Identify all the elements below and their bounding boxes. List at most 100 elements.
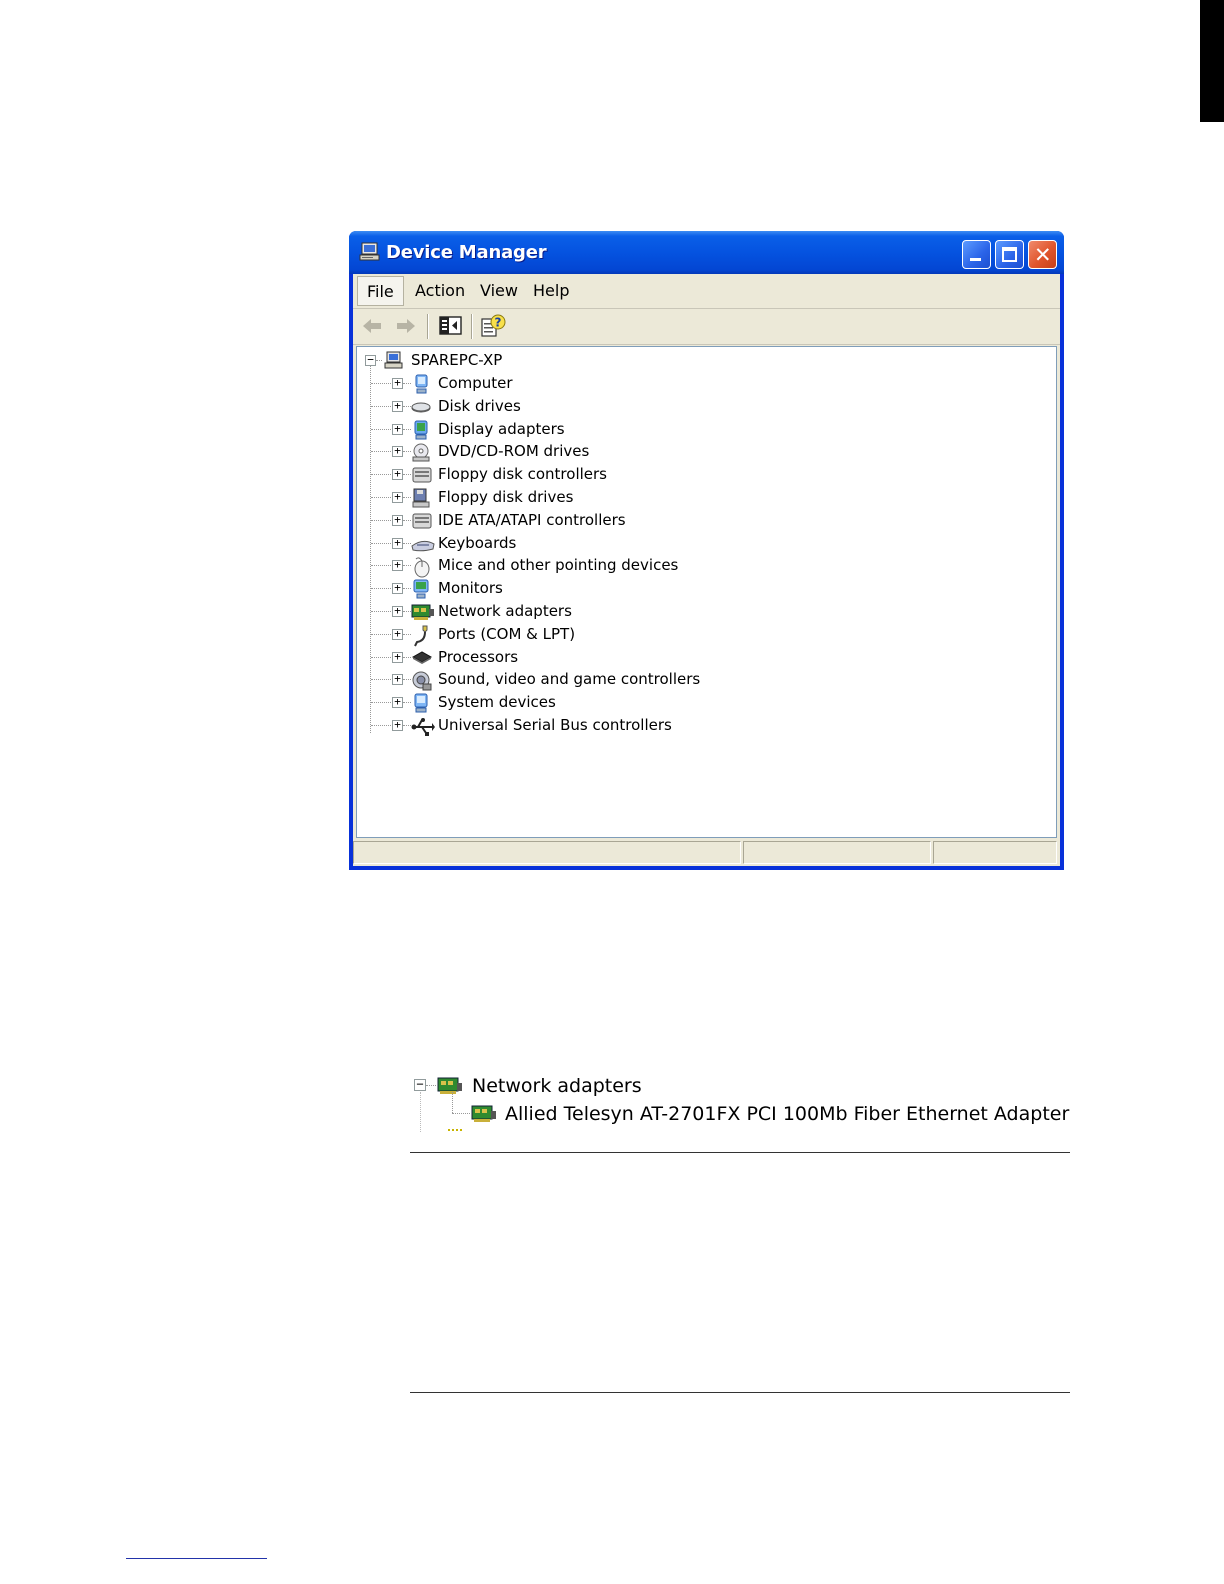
tree-connector — [403, 725, 411, 726]
toolbar: ? — [353, 309, 1060, 345]
expand-icon[interactable]: + — [392, 559, 403, 572]
computer-monitor-icon — [411, 374, 435, 394]
expand-icon[interactable]: + — [392, 377, 403, 389]
tree-connector — [371, 497, 391, 498]
collapse-icon[interactable]: − — [414, 1078, 426, 1091]
title-bar[interactable]: Device Manager ✕ — [349, 231, 1064, 274]
tree-node-label: System devices — [438, 693, 556, 712]
window-client-area: File Action View Help ? − SPAREPC-XP + C… — [353, 274, 1060, 866]
tree-node[interactable]: + Network adapters — [357, 600, 1047, 623]
device-tree[interactable]: − SPAREPC-XP + Computer + Disk drives + Displ… — [356, 346, 1057, 838]
tree-node-label: Display adapters — [438, 419, 565, 438]
expand-icon[interactable]: + — [392, 400, 403, 412]
tree-connector — [371, 451, 391, 453]
keyboard-icon — [411, 534, 435, 554]
menu-help[interactable]: Help — [524, 276, 578, 306]
tree-connector — [403, 405, 411, 407]
menu-view[interactable]: View — [471, 276, 527, 306]
expand-icon[interactable]: + — [392, 673, 403, 686]
tree-connector — [371, 519, 391, 521]
menu-action[interactable]: Action — [406, 276, 474, 306]
show-hide-console-tree-icon[interactable] — [437, 313, 465, 339]
close-icon: ✕ — [1034, 243, 1052, 267]
tree-connector — [403, 611, 411, 612]
tree-root[interactable]: − SPAREPC-XP — [357, 349, 1047, 372]
tree-node[interactable]: + Computer — [357, 372, 1047, 395]
tree-connector — [403, 565, 411, 567]
minimize-button[interactable] — [962, 240, 991, 269]
collapse-icon[interactable]: − — [365, 354, 376, 366]
usb-icon — [411, 716, 435, 736]
tree-node-label: Floppy disk drives — [438, 488, 574, 506]
tree-connector — [371, 542, 391, 544]
properties-help-icon[interactable]: ? — [479, 313, 507, 339]
toolbar-separator — [471, 314, 473, 339]
network-adapter-icon — [411, 602, 435, 622]
back-arrow-icon[interactable] — [359, 313, 387, 339]
tree-node[interactable]: + Universal Serial Bus controllers — [357, 714, 1047, 737]
tree-node[interactable]: + System devices — [357, 691, 1047, 714]
expand-icon[interactable]: + — [392, 445, 403, 458]
tree-node[interactable]: + IDE ATA/ATAPI controllers — [357, 509, 1047, 532]
tree-node[interactable]: + Display adapters — [357, 418, 1047, 441]
tree-node[interactable]: + Monitors — [357, 577, 1047, 600]
tree-node[interactable]: + Processors — [357, 646, 1047, 669]
expand-icon[interactable]: + — [392, 651, 403, 663]
tree-node[interactable]: + Sound, video and game controllers — [357, 668, 1047, 691]
expand-icon[interactable]: + — [392, 628, 403, 640]
tree-node-label: Universal Serial Bus controllers — [438, 716, 672, 734]
tree-node[interactable]: + Disk drives — [357, 395, 1047, 418]
close-button[interactable]: ✕ — [1028, 240, 1057, 269]
maximize-icon — [1002, 247, 1017, 262]
expand-icon[interactable]: + — [392, 491, 403, 503]
tree-node[interactable]: + Keyboards — [357, 532, 1047, 555]
tree-node-label: DVD/CD-ROM drives — [438, 442, 590, 461]
tree-connector — [452, 1092, 453, 1113]
tree-connector — [426, 1085, 436, 1086]
horizontal-rule — [410, 1392, 1070, 1393]
tree-connector — [403, 633, 411, 635]
menu-file[interactable]: File — [357, 276, 404, 306]
mouse-icon — [411, 556, 435, 578]
processor-icon — [411, 648, 435, 668]
tree-node-label: Network adapters — [438, 602, 572, 620]
expand-icon[interactable]: + — [392, 719, 403, 731]
expand-icon[interactable]: + — [392, 514, 403, 526]
tree-node[interactable]: + Floppy disk drives — [357, 486, 1047, 509]
snippet-parent-label: Network adapters — [472, 1075, 642, 1097]
forward-arrow-icon[interactable] — [391, 313, 419, 339]
tree-node[interactable]: + Mice and other pointing devices — [357, 554, 1047, 578]
device-manager-window: Device Manager ✕ File Action View Help ?… — [349, 231, 1064, 870]
expand-icon[interactable]: + — [392, 696, 403, 709]
tree-node[interactable]: + DVD/CD-ROM drives — [357, 440, 1047, 463]
tree-connector — [371, 383, 391, 384]
expand-icon[interactable]: + — [392, 582, 403, 595]
tree-node-label: Monitors — [438, 579, 503, 598]
network-adapter-icon — [471, 1103, 497, 1125]
snippet-child-label: Allied Telesyn AT-2701FX PCI 100Mb Fiber… — [505, 1103, 1070, 1125]
status-cell — [933, 841, 1057, 864]
sound-icon — [411, 670, 435, 691]
cd-rom-icon — [411, 442, 435, 462]
footer-link-underline[interactable] — [126, 1558, 267, 1559]
network-adapter-icon — [437, 1075, 463, 1097]
tree-node-label: Keyboards — [438, 533, 517, 552]
network-adapters-snippet: − Network adapters Allied Telesyn AT-270… — [410, 1072, 1070, 1142]
tree-connector — [371, 611, 391, 612]
tree-connector — [403, 519, 411, 521]
tree-connector — [371, 679, 391, 681]
expand-icon[interactable]: + — [392, 423, 403, 435]
disk-drive-icon — [411, 397, 435, 417]
expand-icon[interactable]: + — [392, 468, 403, 481]
page-edge-tab — [1200, 0, 1224, 122]
expand-icon[interactable]: + — [392, 605, 403, 617]
tree-node[interactable]: + Floppy disk controllers — [357, 463, 1047, 486]
maximize-button[interactable] — [995, 240, 1024, 269]
expand-icon[interactable]: + — [392, 537, 403, 549]
floppy-drive-icon — [411, 488, 435, 508]
svg-text:?: ? — [495, 316, 502, 330]
tree-node-label: Processors — [438, 647, 519, 666]
tree-node[interactable]: + Ports (COM & LPT) — [357, 623, 1047, 647]
system-devices-icon — [411, 693, 435, 713]
minimize-icon — [970, 258, 981, 261]
